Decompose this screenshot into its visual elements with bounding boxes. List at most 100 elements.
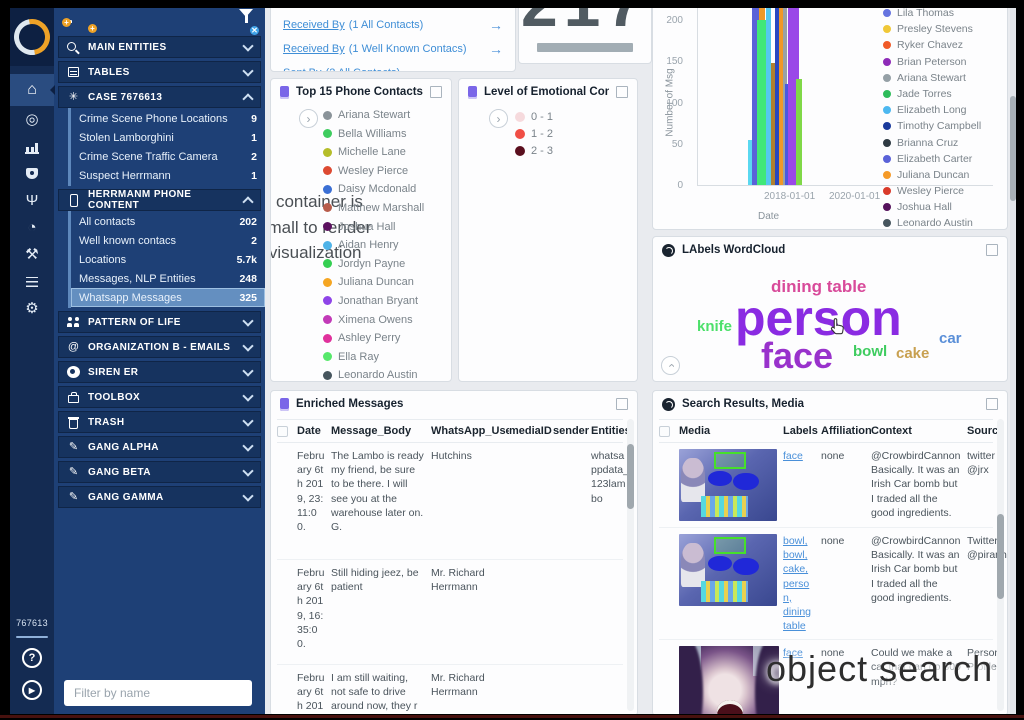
sidebar-item-whatsapp-messages[interactable]: Whatsapp Messages325	[71, 288, 265, 307]
media-thumbnail[interactable]	[679, 534, 777, 606]
legend-item[interactable]: Brian Peterson	[883, 56, 981, 68]
collapse-arrow-icon[interactable]	[50, 85, 55, 95]
chart-bar[interactable]	[796, 79, 802, 185]
legend-item[interactable]: Jade Torres	[883, 88, 981, 100]
help-button[interactable]: ?	[22, 648, 42, 668]
legend-item[interactable]: Elizabeth Long	[883, 104, 981, 116]
expand-icon[interactable]	[986, 244, 998, 256]
rail-history-button[interactable]: ◔	[10, 214, 54, 241]
legend-item[interactable]: 0 - 1	[515, 111, 553, 123]
legend-item[interactable]: Lila Thomas	[883, 8, 981, 19]
legend-cycle-button[interactable]: ›	[489, 109, 508, 128]
wordcloud-word-knife[interactable]: knife	[697, 318, 732, 335]
select-all-checkbox[interactable]	[277, 426, 288, 437]
sidebar-section-tables[interactable]: TABLES	[58, 61, 261, 83]
wordcloud-word-bowl[interactable]: bowl	[853, 343, 887, 360]
sidebar-item-crime-scene-phone-locations[interactable]: Crime Scene Phone Locations9	[71, 109, 265, 128]
sidebar-item-well-known-contacs[interactable]: Well known contacs2	[71, 231, 265, 250]
legend-item[interactable]: Ashley Perry	[323, 332, 424, 344]
legend-item[interactable]: Michelle Lane	[323, 146, 424, 158]
label-link[interactable]: bowl,	[783, 534, 815, 548]
legend-item[interactable]: Brianna Cruz	[883, 137, 981, 149]
legend-item[interactable]: Elizabeth Carter	[883, 153, 981, 165]
sidebar-section-main-entities[interactable]: MAIN ENTITIES	[58, 36, 261, 58]
label-link[interactable]: dining table	[783, 605, 815, 633]
collapse-up-button[interactable]: ›	[661, 356, 680, 375]
sidebar-section-gang-beta[interactable]: ✎GANG BETA	[58, 461, 261, 483]
legend-item[interactable]: Leonardo Austin	[883, 217, 981, 229]
legend-item[interactable]: 1 - 2	[515, 128, 553, 140]
expand-icon[interactable]	[430, 86, 442, 98]
clear-filter-button[interactable]: ✕	[239, 17, 253, 29]
wordcloud-word-cake[interactable]: cake	[896, 345, 929, 362]
sidebar-item-stolen-lamborghini[interactable]: Stolen Lamborghini1	[71, 128, 265, 147]
play-button[interactable]: ▶	[22, 680, 42, 700]
sidebar-section-siren-er[interactable]: SIREN ER	[58, 361, 261, 383]
label-link[interactable]: cake,	[783, 562, 815, 576]
sidebar-item-messages-nlp-entities[interactable]: Messages, NLP Entities248	[71, 269, 265, 288]
legend-item[interactable]: Aidan Henry	[323, 239, 424, 251]
legend-item[interactable]: Wesley Pierce	[883, 185, 981, 197]
window-scrollbar[interactable]	[1010, 8, 1016, 714]
label-link[interactable]: bowl,	[783, 548, 815, 562]
sidebar-section-organization-b-emails[interactable]: @ORGANIZATION B - EMAILS	[58, 336, 261, 358]
media-row[interactable]: bowl,bowl,cake,person,dining tablenone@C…	[659, 528, 993, 640]
filter-by-name-input[interactable]	[64, 680, 252, 706]
sidebar-item-locations[interactable]: Locations5.7k	[71, 250, 265, 269]
legend-item[interactable]: Ariana Stewart	[323, 109, 424, 121]
legend-item[interactable]: Jordyn Payne	[323, 258, 424, 270]
legend-item[interactable]: Leonardo Austin	[323, 369, 424, 381]
messages-scrollbar[interactable]	[627, 419, 634, 711]
rail-tune-button[interactable]	[10, 268, 54, 295]
rail-home-button[interactable]: ⌂	[10, 74, 54, 106]
rail-shield-button[interactable]	[10, 160, 54, 187]
message-row[interactable]: February 6th 2019, 16:2I am still waitin…	[277, 665, 623, 714]
legend-item[interactable]: Joshua Hall	[323, 221, 424, 233]
sidebar-item-crime-scene-traffic-camera[interactable]: Crime Scene Traffic Camera2	[71, 147, 265, 166]
expand-icon[interactable]	[616, 86, 628, 98]
rail-settings-button[interactable]: ⚙	[10, 295, 54, 322]
sidebar-section-gang-alpha[interactable]: ✎GANG ALPHA	[58, 436, 261, 458]
legend-item[interactable]: Jonathan Bryant	[323, 295, 424, 307]
media-scrollbar[interactable]	[997, 419, 1004, 711]
arrow-right-icon[interactable]: →	[489, 65, 503, 72]
sidebar-section-gang-gamma[interactable]: ✎GANG GAMMA	[58, 486, 261, 508]
legend-cycle-button[interactable]: ›	[299, 109, 318, 128]
legend-item[interactable]: Matthew Marshall	[323, 202, 424, 214]
sidebar-section-toolbox[interactable]: TOOLBOX	[58, 386, 261, 408]
arrow-right-icon[interactable]: →	[489, 41, 503, 57]
legend-item[interactable]: Ariana Stewart	[883, 72, 981, 84]
sidebar-section-herrmanm-phone-content[interactable]: HERRMANM PHONE CONTENT	[58, 189, 261, 211]
expand-icon[interactable]	[616, 398, 628, 410]
legend-item[interactable]: 2 - 3	[515, 145, 553, 157]
legend-item[interactable]: Ryker Chavez	[883, 39, 981, 51]
chart-bar[interactable]	[757, 20, 766, 185]
sidebar-item-suspect-herrmann[interactable]: Suspect Herrmann1	[71, 166, 265, 185]
rail-tools-button[interactable]: ⚒	[10, 241, 54, 268]
media-thumbnail[interactable]	[679, 646, 779, 714]
legend-item[interactable]: Timothy Campbell	[883, 120, 981, 132]
sidebar-section-pattern-of-life[interactable]: PATTERN OF LIFE	[58, 311, 261, 333]
sidebar-section-trash[interactable]: TRASH	[58, 411, 261, 433]
arrow-right-icon[interactable]: →	[489, 17, 503, 33]
message-row[interactable]: February 6th 2019, 16:35:00.Still hiding…	[277, 560, 623, 665]
legend-item[interactable]: Joshua Hall	[883, 201, 981, 213]
rail-chart-button[interactable]	[10, 133, 54, 160]
select-all-checkbox[interactable]	[659, 426, 670, 437]
label-link[interactable]: person,	[783, 577, 815, 605]
legend-item[interactable]: Ella Ray	[323, 351, 424, 363]
legend-item[interactable]: Daisy Mcdonald	[323, 183, 424, 195]
media-thumbnail[interactable]	[679, 449, 777, 521]
wordcloud-word-car[interactable]: car	[939, 330, 962, 347]
sidebar-item-all-contacts[interactable]: All contacts202	[71, 212, 265, 231]
legend-item[interactable]: Bella Williams	[323, 128, 424, 140]
expand-icon[interactable]	[986, 398, 998, 410]
relation-link[interactable]: Received By	[283, 43, 345, 55]
rail-plug-button[interactable]: Ψ	[10, 187, 54, 214]
legend-item[interactable]: Juliana Duncan	[323, 276, 424, 288]
rail-compass-button[interactable]: ◎	[10, 106, 54, 133]
sidebar-section-case-7676613[interactable]: ✳CASE 7676613	[58, 86, 261, 108]
message-row[interactable]: February 6th 2019, 23:11:00.The Lambo is…	[277, 443, 623, 560]
legend-item[interactable]: Ximena Owens	[323, 314, 424, 326]
legend-item[interactable]: Juliana Duncan	[883, 169, 981, 181]
